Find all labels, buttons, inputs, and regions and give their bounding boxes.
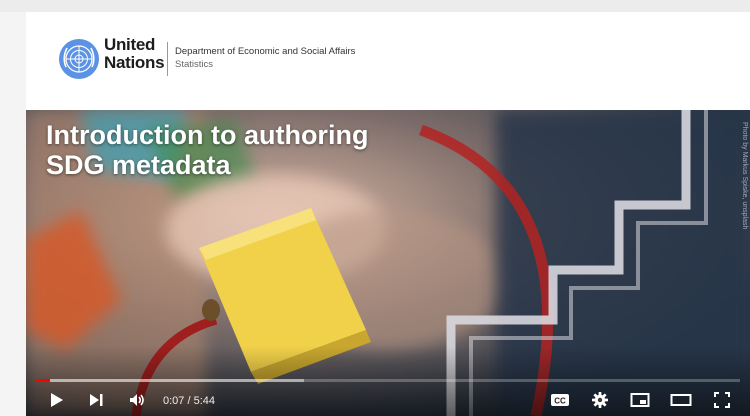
next-icon [90, 394, 103, 406]
org-name-line1: United [104, 35, 156, 54]
captions-button[interactable]: CC [546, 386, 574, 414]
progress-played [36, 379, 51, 382]
un-emblem-icon [59, 39, 99, 79]
division-name: Statistics [175, 59, 214, 70]
video-player[interactable]: Introduction to authoring SDG metadata P… [26, 110, 750, 416]
miniplayer-icon [630, 393, 650, 407]
page-header: United Nations Department of Economic an… [26, 12, 750, 110]
volume-icon [130, 394, 144, 406]
org-name-line2: Nations [104, 53, 165, 72]
department-name: Department of Economic and Social Affair… [175, 46, 356, 57]
video-title-line2: SDG metadata [46, 150, 231, 180]
time-display: 0:07 / 5:44 [163, 395, 215, 407]
play-icon [51, 393, 63, 407]
video-title: Introduction to authoring SDG metadata [46, 120, 368, 180]
header-divider [167, 42, 168, 76]
progress-loaded [36, 379, 304, 382]
top-strip [0, 0, 750, 12]
theater-icon [670, 394, 692, 406]
captions-icon: CC [551, 394, 569, 406]
org-name: United Nations [104, 35, 165, 72]
photo-credit: Photo by Markus Spiske, unsplash [741, 122, 748, 230]
department-block: Department of Economic and Social Affair… [175, 45, 355, 71]
fullscreen-button[interactable] [708, 386, 736, 414]
captions-label: CC [554, 397, 566, 406]
next-button[interactable] [82, 386, 110, 414]
play-button[interactable] [42, 386, 70, 414]
fullscreen-icon [714, 392, 730, 408]
theater-button[interactable] [667, 386, 695, 414]
settings-button[interactable] [586, 386, 614, 414]
volume-button[interactable] [123, 386, 151, 414]
progress-bar[interactable] [36, 379, 740, 382]
miniplayer-button[interactable] [626, 386, 654, 414]
video-title-line1: Introduction to authoring [46, 120, 369, 150]
gear-icon [592, 392, 608, 408]
